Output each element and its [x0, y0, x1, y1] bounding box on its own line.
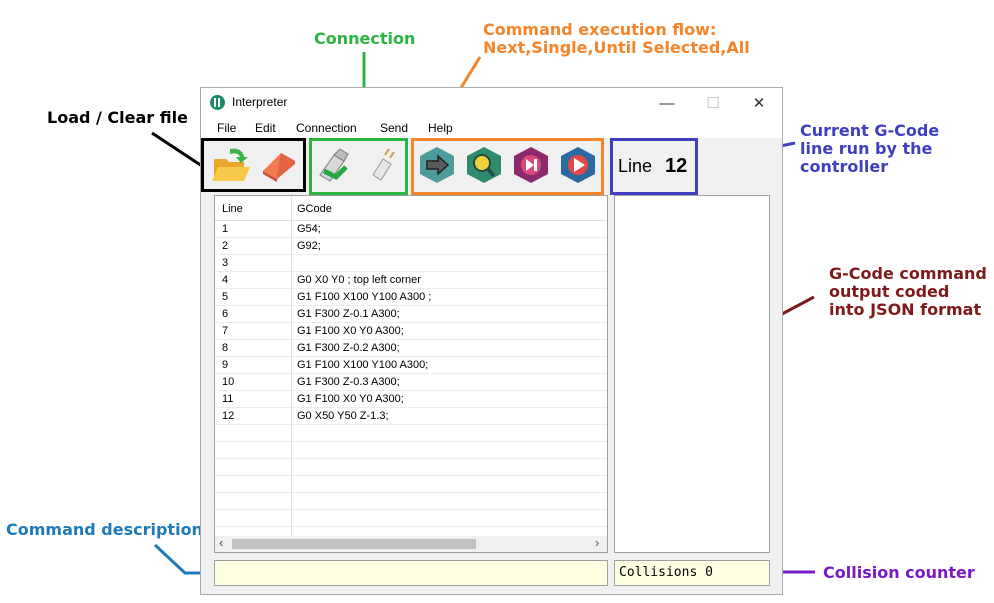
menu-edit[interactable]: Edit: [255, 121, 276, 135]
app-icon: [210, 95, 225, 110]
cell-line-number: 2: [222, 240, 229, 252]
table-row: [215, 493, 607, 510]
cell-gcode: G1 F300 Z-0.2 A300;: [297, 342, 400, 354]
table-row[interactable]: 9 G1 F100 X100 Y100 A300;: [215, 357, 607, 374]
cell-line-number: 7: [222, 325, 229, 337]
cell-line-number: 10: [222, 376, 235, 388]
table-row[interactable]: 12 G0 X50 Y50 Z-1.3;: [215, 408, 607, 425]
interpreter-window: Interpreter — ☐ ✕ File Edit Connection S…: [200, 87, 783, 595]
cell-line-number: 8: [222, 342, 229, 354]
cell-line-number: 5: [222, 291, 229, 303]
connector-load-clear: [151, 131, 206, 170]
cell-line-number: 9: [222, 359, 229, 371]
window-title: Interpreter: [232, 95, 288, 109]
single-button[interactable]: [463, 145, 505, 185]
play-icon: [561, 147, 595, 183]
load-file-button[interactable]: [210, 145, 252, 185]
table-row: [215, 442, 607, 459]
current-line-value: 12: [665, 155, 688, 177]
until-selected-button[interactable]: [510, 145, 552, 185]
header-line[interactable]: Line: [222, 203, 243, 215]
collision-counter-box: Collisions 0: [614, 560, 770, 586]
cell-gcode: G54;: [297, 223, 321, 235]
scroll-thumb[interactable]: [232, 539, 476, 549]
table-row[interactable]: 1 G54;: [215, 221, 607, 238]
clear-file-button[interactable]: [257, 145, 299, 185]
collision-counter-text: Collisions 0: [619, 565, 713, 580]
cell-gcode: G1 F100 X0 Y0 A300;: [297, 325, 404, 337]
table-row[interactable]: 10 G1 F300 Z-0.3 A300;: [215, 374, 607, 391]
toolbar: Line 12: [201, 138, 782, 192]
menu-connection[interactable]: Connection: [296, 121, 357, 135]
cell-line-number: 6: [222, 308, 229, 320]
skip-forward-icon: [514, 147, 548, 183]
close-button[interactable]: ✕: [736, 88, 782, 118]
disconnect-button[interactable]: [359, 145, 401, 185]
cell-gcode: G1 F300 Z-0.1 A300;: [297, 308, 400, 320]
table-row[interactable]: 3: [215, 255, 607, 272]
cell-gcode: G1 F100 X0 Y0 A300;: [297, 393, 404, 405]
cell-gcode: G0 X0 Y0 ; top left corner: [297, 274, 421, 286]
cell-line-number: 4: [222, 274, 229, 286]
arrow-right-icon: [420, 147, 454, 183]
magnifier-icon: [467, 147, 501, 183]
table-row: [215, 459, 607, 476]
cell-gcode: G1 F100 X100 Y100 A300 ;: [297, 291, 432, 303]
maximize-button[interactable]: ☐: [690, 88, 736, 118]
json-output-panel[interactable]: [614, 195, 770, 553]
minimize-button[interactable]: —: [644, 88, 690, 118]
plug-disconnected-icon: [372, 148, 395, 181]
cell-gcode: G0 X50 Y50 Z-1.3;: [297, 410, 389, 422]
current-line-label: Line: [618, 156, 653, 176]
table-row[interactable]: 7 G1 F100 X0 Y0 A300;: [215, 323, 607, 340]
table-row: [215, 425, 607, 442]
cell-line-number: 11: [222, 393, 234, 405]
command-description-box: [214, 560, 608, 586]
table-row[interactable]: 6 G1 F300 Z-0.1 A300;: [215, 306, 607, 323]
menu-file[interactable]: File: [217, 121, 236, 135]
scroll-left-icon[interactable]: ‹: [219, 535, 223, 550]
scroll-right-icon[interactable]: ›: [595, 535, 599, 550]
horizontal-scrollbar[interactable]: ‹ ›: [215, 535, 607, 552]
eraser-icon: [263, 153, 295, 182]
cell-gcode: G1 F300 Z-0.3 A300;: [297, 376, 400, 388]
table-row: [215, 510, 607, 527]
title-bar[interactable]: Interpreter — ☐ ✕: [201, 88, 782, 118]
cell-line-number: 12: [222, 410, 235, 422]
cell-gcode: G1 F100 X100 Y100 A300;: [297, 359, 429, 371]
header-gcode[interactable]: GCode: [297, 203, 332, 215]
menu-send[interactable]: Send: [380, 121, 408, 135]
cell-line-number: 1: [222, 223, 229, 235]
all-button[interactable]: [557, 145, 599, 185]
connect-button[interactable]: [314, 145, 356, 185]
table-row: [215, 476, 607, 493]
next-button[interactable]: [416, 145, 458, 185]
cell-gcode: G92;: [297, 240, 321, 252]
menu-help[interactable]: Help: [428, 121, 453, 135]
cell-line-number: 3: [222, 257, 229, 269]
table-row[interactable]: 2 G92;: [215, 238, 607, 255]
gcode-grid[interactable]: Line GCode 1 G54; 2 G92; 3 4 G0 X0 Y0 ; top le…: [214, 195, 608, 553]
plug-connected-icon: [319, 148, 349, 182]
table-row[interactable]: 5 G1 F100 X100 Y100 A300 ;: [215, 289, 607, 306]
menu-bar: File Edit Connection Send Help: [201, 118, 782, 138]
table-row[interactable]: 8 G1 F300 Z-0.2 A300;: [215, 340, 607, 357]
table-row[interactable]: 4 G0 X0 Y0 ; top left corner: [215, 272, 607, 289]
folder-open-icon: [212, 148, 250, 181]
grid-header: Line GCode: [215, 196, 607, 221]
table-row[interactable]: 11 G1 F100 X0 Y0 A300;: [215, 391, 607, 408]
